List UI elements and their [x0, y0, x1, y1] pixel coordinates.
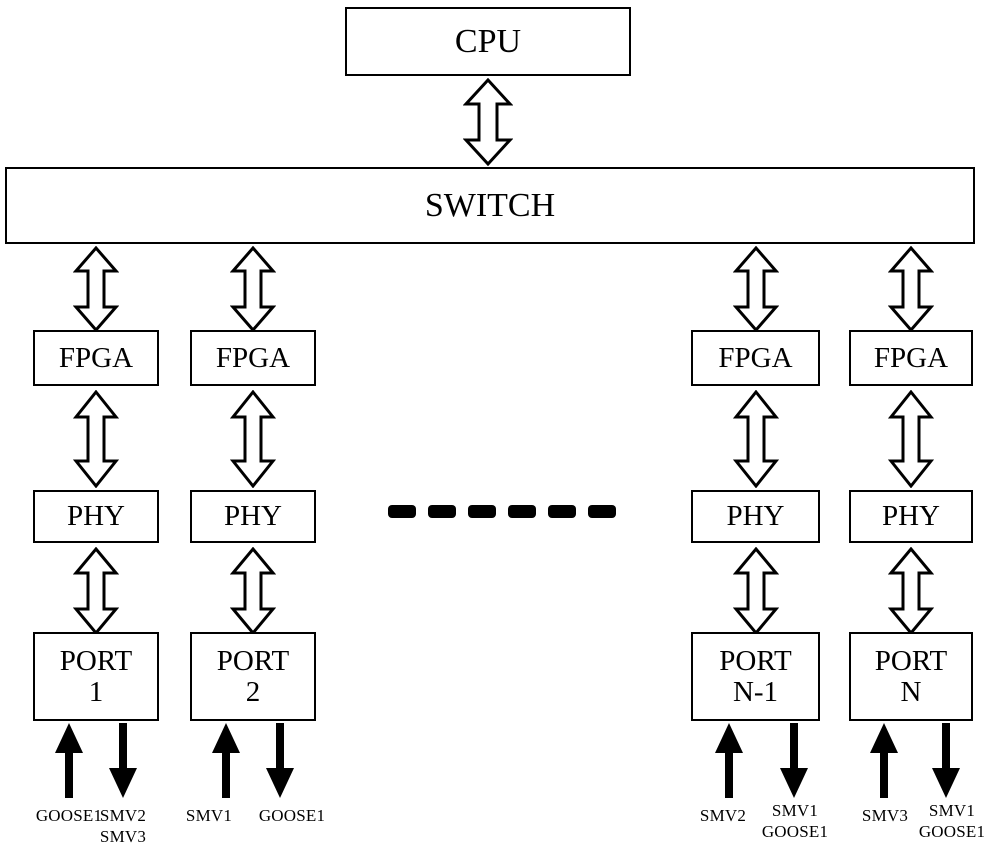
node-fpga-3-label: FPGA [718, 341, 793, 374]
arrow-phy-port-2 [230, 547, 276, 635]
node-fpga-1-label: FPGA [58, 341, 134, 374]
io-arrow-out-1 [107, 723, 139, 798]
io-label-4: GOOSE1 [258, 806, 326, 825]
node-fpga-4-label: FPGA [873, 341, 949, 374]
arrow-switch-fpga-1 [73, 246, 119, 332]
arrow-phy-port-1 [73, 547, 119, 635]
node-phy-4: PHY [849, 490, 973, 543]
arrow-phy-port-3 [733, 547, 779, 635]
io-arrow-in-2 [210, 723, 242, 798]
node-port-4: PORT N [849, 632, 973, 721]
node-switch-label: SWITCH [424, 186, 556, 224]
node-fpga-3: FPGA [691, 330, 820, 386]
io-arrow-out-4 [930, 723, 962, 798]
arrow-switch-fpga-3 [733, 246, 779, 332]
node-port-4-label: PORT N [874, 645, 948, 708]
node-port-1: PORT 1 [33, 632, 159, 721]
node-fpga-2-label: FPGA [215, 341, 291, 374]
node-fpga-2: FPGA [190, 330, 316, 386]
node-phy-1: PHY [33, 490, 159, 543]
io-label-6: SMV1 GOOSE1 [761, 801, 829, 842]
ellipsis-dash [388, 505, 416, 518]
node-port-2-label: PORT 2 [216, 645, 290, 708]
ellipsis-dash [588, 505, 616, 518]
arrow-phy-port-4 [888, 547, 934, 635]
architecture-diagram: CPU SWITCH FPGA FPGA FPGA FPGA PHY PHY P… [0, 0, 1000, 861]
node-fpga-4: FPGA [849, 330, 973, 386]
io-arrow-out-3 [778, 723, 810, 798]
node-phy-4-label: PHY [881, 500, 940, 533]
io-arrow-in-1 [53, 723, 85, 798]
node-fpga-1: FPGA [33, 330, 159, 386]
node-port-3: PORT N-1 [691, 632, 820, 721]
node-cpu-label: CPU [454, 22, 522, 60]
ellipsis-dash [468, 505, 496, 518]
node-port-2: PORT 2 [190, 632, 316, 721]
arrow-switch-fpga-4 [888, 246, 934, 332]
node-switch: SWITCH [5, 167, 975, 244]
io-label-8: SMV1 GOOSE1 [918, 801, 986, 842]
ellipsis-dash [428, 505, 456, 518]
ellipsis-dash [508, 505, 536, 518]
io-arrow-in-3 [713, 723, 745, 798]
node-phy-3: PHY [691, 490, 820, 543]
node-phy-1-label: PHY [66, 500, 125, 533]
io-label-2: SMV2 SMV3 [99, 806, 147, 847]
arrow-fpga-phy-4 [888, 390, 934, 488]
node-port-3-label: PORT N-1 [719, 645, 792, 708]
arrow-fpga-phy-1 [73, 390, 119, 488]
arrow-cpu-switch [463, 78, 513, 166]
arrow-fpga-phy-2 [230, 390, 276, 488]
arrow-fpga-phy-3 [733, 390, 779, 488]
ellipsis-dashes [388, 505, 616, 518]
io-arrow-in-4 [868, 723, 900, 798]
node-phy-3-label: PHY [726, 500, 785, 533]
ellipsis-dash [548, 505, 576, 518]
node-phy-2-label: PHY [223, 500, 282, 533]
node-cpu: CPU [345, 7, 631, 76]
io-arrow-out-2 [264, 723, 296, 798]
arrow-switch-fpga-2 [230, 246, 276, 332]
node-phy-2: PHY [190, 490, 316, 543]
node-port-1-label: PORT 1 [59, 645, 133, 708]
